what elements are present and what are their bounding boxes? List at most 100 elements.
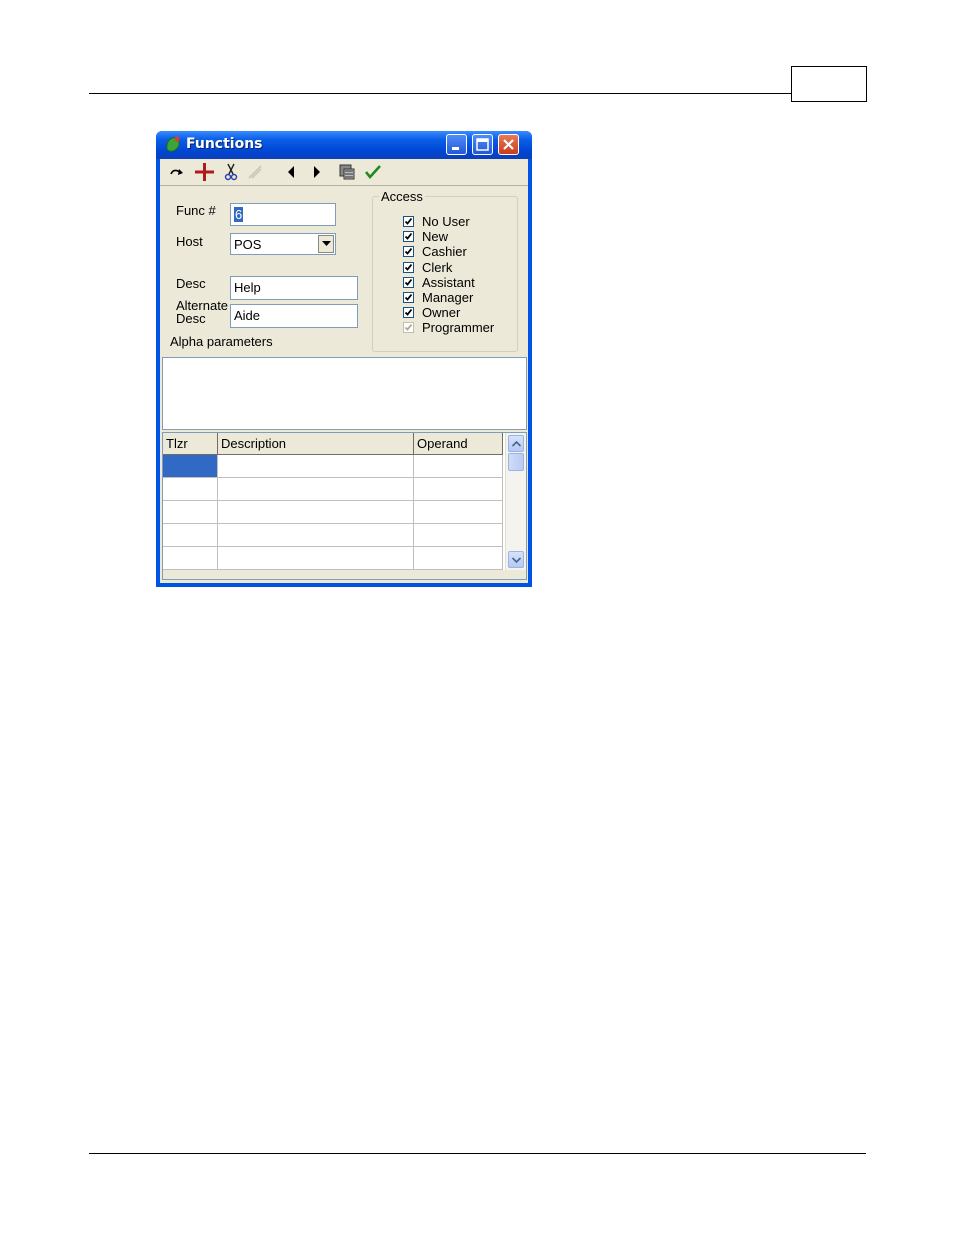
grid-cell[interactable] [218, 455, 414, 478]
grid-cell[interactable] [414, 547, 503, 570]
checkbox-label: Programmer [422, 320, 495, 336]
chevron-down-icon [511, 556, 521, 563]
access-item-assistant[interactable]: Assistant [403, 275, 475, 290]
grid-cell[interactable] [218, 524, 414, 547]
host-value: POS [234, 237, 262, 252]
minimize-button[interactable] [446, 134, 467, 155]
checkmark-icon [404, 278, 413, 286]
checkbox[interactable] [403, 261, 414, 273]
grid-cell[interactable] [414, 524, 503, 547]
maximize-button[interactable] [472, 134, 493, 155]
checkbox[interactable] [403, 231, 414, 243]
checkmark-icon [404, 309, 413, 317]
host-dropdown-button[interactable] [318, 235, 334, 253]
checkbox-label: Cashier [422, 244, 467, 260]
scroll-down-button[interactable] [508, 551, 524, 568]
copy-icon [339, 164, 355, 180]
checkmark-icon [404, 263, 413, 271]
func-number-input[interactable]: 6 [230, 203, 336, 226]
close-icon [503, 139, 514, 150]
column-header-operand[interactable]: Operand [414, 433, 503, 455]
scroll-thumb[interactable] [508, 453, 524, 471]
next-record-button[interactable] [306, 162, 328, 182]
checkmark-icon [404, 217, 413, 225]
copy-record-button[interactable] [336, 162, 358, 182]
host-label: Host [176, 234, 203, 249]
vertical-scrollbar[interactable] [505, 433, 526, 570]
cut-button[interactable] [220, 162, 242, 182]
checkmark-icon [404, 324, 413, 332]
alt-desc-value: Aide [234, 308, 261, 323]
redo-icon [170, 169, 183, 175]
grid-cell[interactable] [163, 501, 218, 524]
column-header-description[interactable]: Description [218, 433, 414, 455]
checkbox[interactable] [403, 292, 414, 303]
checkbox-label: Clerk [422, 259, 453, 275]
desc-label: Desc [176, 276, 206, 291]
grid-cell[interactable] [218, 478, 414, 501]
alt-desc-input[interactable]: Aide [230, 304, 358, 328]
checkbox[interactable] [403, 307, 414, 319]
checkmark-icon [404, 293, 413, 301]
add-record-button[interactable] [193, 162, 215, 182]
checkbox-label: No User [422, 214, 470, 229]
confirm-icon [364, 165, 381, 180]
desc-input[interactable]: Help [230, 276, 358, 300]
grid-cell[interactable] [218, 547, 414, 570]
window-title: Functions [186, 136, 263, 152]
confirm-button[interactable] [362, 162, 384, 182]
grid-cell[interactable] [163, 524, 218, 547]
host-select[interactable]: POS [230, 233, 336, 255]
chevron-down-icon [321, 241, 331, 246]
next-icon [314, 166, 320, 178]
alt-desc-label-line2: Desc [176, 311, 206, 326]
grid-bottom-strip [163, 570, 526, 579]
previous-record-button[interactable] [280, 162, 302, 182]
page-number-box [791, 66, 867, 102]
column-header-tlzr[interactable]: Tlzr [163, 433, 218, 455]
grid-cell[interactable] [414, 501, 503, 524]
alpha-parameters-label: Alpha parameters [170, 334, 273, 349]
func-number-value: 6 [234, 207, 244, 222]
checkbox[interactable] [403, 322, 414, 334]
scroll-up-button[interactable] [508, 435, 524, 452]
access-title: Access [379, 189, 425, 204]
grid-cell[interactable] [218, 501, 414, 524]
footer-rule [89, 1153, 866, 1154]
redo-button[interactable] [166, 162, 188, 182]
cut-icon [224, 163, 238, 181]
parameters-grid[interactable]: Tlzr Description Operand [162, 432, 527, 580]
checkbox-label: Owner [422, 305, 461, 321]
checkbox-label: New [422, 229, 449, 245]
grid-cell[interactable] [414, 478, 503, 501]
access-group: Access No User New Cashier Clerk Assistant Ma… [372, 189, 518, 352]
access-item-owner[interactable]: Owner [403, 305, 460, 320]
alpha-parameters-memo[interactable] [162, 357, 527, 430]
grid-cell[interactable] [414, 455, 503, 478]
checkbox[interactable] [403, 276, 414, 288]
header-rule [89, 93, 792, 94]
access-item-new[interactable]: New [403, 229, 448, 244]
desc-value: Help [234, 280, 261, 295]
func-number-label: Func # [176, 203, 216, 218]
access-item-programmer[interactable]: Programmer [403, 320, 494, 335]
add-icon [195, 163, 214, 181]
checkbox[interactable] [403, 216, 414, 227]
access-item-no-user[interactable]: No User [403, 214, 470, 229]
access-item-clerk[interactable]: Clerk [403, 260, 452, 275]
close-button[interactable] [498, 134, 519, 155]
grid-cell[interactable] [163, 478, 218, 501]
grid-cell[interactable] [163, 455, 218, 478]
checkbox-label: Manager [422, 290, 474, 305]
grid-cell[interactable] [163, 547, 218, 570]
delete-button[interactable] [244, 162, 266, 182]
access-item-manager[interactable]: Manager [403, 290, 473, 305]
chevron-up-icon [511, 440, 521, 447]
delete-icon [248, 165, 262, 179]
access-item-cashier[interactable]: Cashier [403, 244, 467, 259]
toolbar [160, 159, 528, 186]
window-client: Func # 6 Host POS Desc Help Alternate Des… [160, 159, 528, 583]
functions-window: Functions Func # 6 Host POS Desc Help Al… [156, 131, 532, 587]
checkbox[interactable] [403, 246, 414, 258]
title-bar[interactable]: Functions [156, 131, 532, 159]
